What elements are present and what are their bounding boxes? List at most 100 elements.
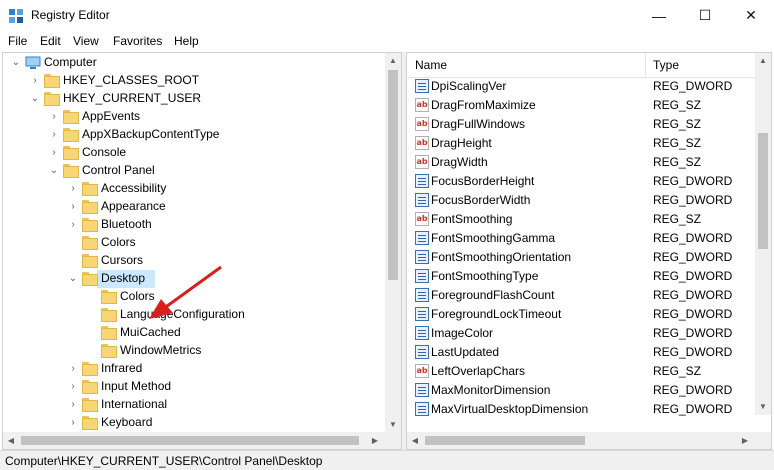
value-row[interactable]: DpiScalingVer REG_DWORD <box>407 77 757 96</box>
column-header-type[interactable]: Type <box>653 58 679 72</box>
tree-item[interactable]: Colors <box>3 234 385 252</box>
values-horizontal-scrollbar[interactable]: ◀ ▶ <box>407 432 771 449</box>
values-vertical-scroll-thumb[interactable] <box>758 133 768 249</box>
tree-item[interactable]: WindowMetrics <box>3 342 385 360</box>
tree-item-label: Desktop <box>101 271 146 285</box>
value-row[interactable]: ab DragWidth REG_SZ <box>407 153 757 172</box>
scroll-down-arrow-icon[interactable]: ▼ <box>385 417 401 433</box>
folder-icon <box>82 182 98 196</box>
value-row[interactable]: FocusBorderHeight REG_DWORD <box>407 172 757 191</box>
column-divider[interactable] <box>645 53 646 77</box>
value-row[interactable]: FontSmoothingType REG_DWORD <box>407 267 757 286</box>
value-type: REG_SZ <box>653 136 702 150</box>
value-type: REG_DWORD <box>653 231 733 245</box>
folder-icon <box>63 164 79 178</box>
current-key-path: Computer\HKEY_CURRENT_USER\Control Panel… <box>5 454 323 468</box>
tree-item[interactable]: › Appearance <box>3 198 385 216</box>
chevron-right-icon[interactable]: › <box>68 220 78 230</box>
value-row[interactable]: LastUpdated REG_DWORD <box>407 343 757 362</box>
tree-item-label: Cursors <box>101 253 144 267</box>
value-row[interactable]: MaxVirtualDesktopDimension REG_DWORD <box>407 400 757 419</box>
values-horizontal-scroll-thumb[interactable] <box>425 436 585 445</box>
tree-item[interactable]: ⌄ Computer <box>3 54 385 72</box>
value-row[interactable]: ab DragFullWindows REG_SZ <box>407 115 757 134</box>
tree-item[interactable]: › AppXBackupContentType <box>3 126 385 144</box>
value-row[interactable]: ImageColor REG_DWORD <box>407 324 757 343</box>
scroll-left-arrow-icon[interactable]: ◀ <box>3 432 19 449</box>
tree-item-label: WindowMetrics <box>120 343 202 357</box>
binary-value-icon <box>415 231 429 245</box>
string-value-icon: ab <box>415 155 429 169</box>
scroll-up-arrow-icon[interactable]: ▲ <box>385 53 401 69</box>
registry-values-list[interactable]: Name Type DpiScalingVer REG_DWORD ab DragFr… <box>406 52 772 450</box>
folder-icon <box>82 200 98 214</box>
chevron-right-icon[interactable]: › <box>49 148 59 158</box>
close-button[interactable]: ✕ <box>728 0 774 31</box>
chevron-right-icon[interactable]: › <box>49 112 59 122</box>
tree-item[interactable]: › HKEY_CLASSES_ROOT <box>3 72 385 90</box>
tree-horizontal-scroll-thumb[interactable] <box>21 436 359 445</box>
scroll-down-arrow-icon[interactable]: ▼ <box>755 399 771 415</box>
scroll-right-arrow-icon[interactable]: ▶ <box>737 432 753 449</box>
value-type: REG_SZ <box>653 212 702 226</box>
tree-item[interactable]: › Bluetooth <box>3 216 385 234</box>
chevron-right-icon[interactable]: › <box>68 418 78 428</box>
maximize-button[interactable]: ☐ <box>682 0 728 31</box>
chevron-right-icon[interactable]: › <box>30 76 40 86</box>
chevron-right-icon[interactable]: › <box>68 364 78 374</box>
tree-item[interactable]: › International <box>3 396 385 414</box>
value-type: REG_DWORD <box>653 193 733 207</box>
menu-help[interactable]: Help <box>174 34 199 48</box>
chevron-right-icon[interactable]: › <box>68 184 78 194</box>
chevron-right-icon[interactable]: › <box>68 400 78 410</box>
menu-file[interactable]: File <box>8 34 27 48</box>
tree-item[interactable]: › Input Method <box>3 378 385 396</box>
values-vertical-scrollbar[interactable]: ▲ ▼ <box>755 53 771 415</box>
chevron-down-icon[interactable]: ⌄ <box>11 58 21 68</box>
folder-icon <box>101 290 117 304</box>
menu-favorites[interactable]: Favorites <box>113 34 162 48</box>
value-row[interactable]: ab FontSmoothing REG_SZ <box>407 210 757 229</box>
tree-vertical-scroll-thumb[interactable] <box>388 70 398 280</box>
chevron-down-icon[interactable]: ⌄ <box>30 94 40 104</box>
menu-view[interactable]: View <box>73 34 99 48</box>
value-name: FocusBorderHeight <box>431 174 535 188</box>
value-row[interactable]: ForegroundFlashCount REG_DWORD <box>407 286 757 305</box>
folder-icon <box>44 74 60 88</box>
chevron-right-icon[interactable]: › <box>68 382 78 392</box>
value-row[interactable]: ab DragFromMaximize REG_SZ <box>407 96 757 115</box>
tree-item[interactable]: ⌄ Control Panel <box>3 162 385 180</box>
chevron-down-icon[interactable]: ⌄ <box>49 166 59 176</box>
tree-horizontal-scrollbar[interactable]: ◀ ▶ <box>3 432 401 449</box>
tree-item-label: HKEY_CLASSES_ROOT <box>63 73 200 87</box>
tree-item[interactable]: › AppEvents <box>3 108 385 126</box>
value-row[interactable]: ab DragHeight REG_SZ <box>407 134 757 153</box>
tree-item[interactable]: MuiCached <box>3 324 385 342</box>
tree-item[interactable]: ⌄ HKEY_CURRENT_USER <box>3 90 385 108</box>
value-row[interactable]: FontSmoothingGamma REG_DWORD <box>407 229 757 248</box>
column-header-name[interactable]: Name <box>415 58 447 72</box>
tree-item[interactable]: › Keyboard <box>3 414 385 432</box>
value-row[interactable]: FontSmoothingOrientation REG_DWORD <box>407 248 757 267</box>
minimize-button[interactable]: — <box>636 0 682 31</box>
value-row[interactable]: ForegroundLockTimeout REG_DWORD <box>407 305 757 324</box>
chevron-down-icon[interactable]: ⌄ <box>68 274 78 284</box>
value-row[interactable]: ab LeftOverlapChars REG_SZ <box>407 362 757 381</box>
tree-item-label: HKEY_CURRENT_USER <box>63 91 202 105</box>
registry-key-tree[interactable]: ⌄ Computer › HKEY_CLASSES_ROOT ⌄ HKEY_CURRENT… <box>2 52 402 450</box>
tree-item[interactable]: › Infrared <box>3 360 385 378</box>
menu-edit[interactable]: Edit <box>40 34 61 48</box>
chevron-right-icon[interactable]: › <box>68 202 78 212</box>
tree-item[interactable]: › Console <box>3 144 385 162</box>
chevron-right-icon[interactable]: › <box>49 130 59 140</box>
scroll-right-arrow-icon[interactable]: ▶ <box>367 432 383 449</box>
value-name: DragFullWindows <box>431 117 526 131</box>
tree-vertical-scrollbar[interactable]: ▲ ▼ <box>385 53 401 433</box>
folder-icon <box>101 308 117 322</box>
value-row[interactable]: MaxMonitorDimension REG_DWORD <box>407 381 757 400</box>
scroll-left-arrow-icon[interactable]: ◀ <box>407 432 423 449</box>
tree-item[interactable]: › Accessibility <box>3 180 385 198</box>
scroll-up-arrow-icon[interactable]: ▲ <box>755 53 771 69</box>
value-row[interactable]: FocusBorderWidth REG_DWORD <box>407 191 757 210</box>
value-type: REG_SZ <box>653 364 702 378</box>
